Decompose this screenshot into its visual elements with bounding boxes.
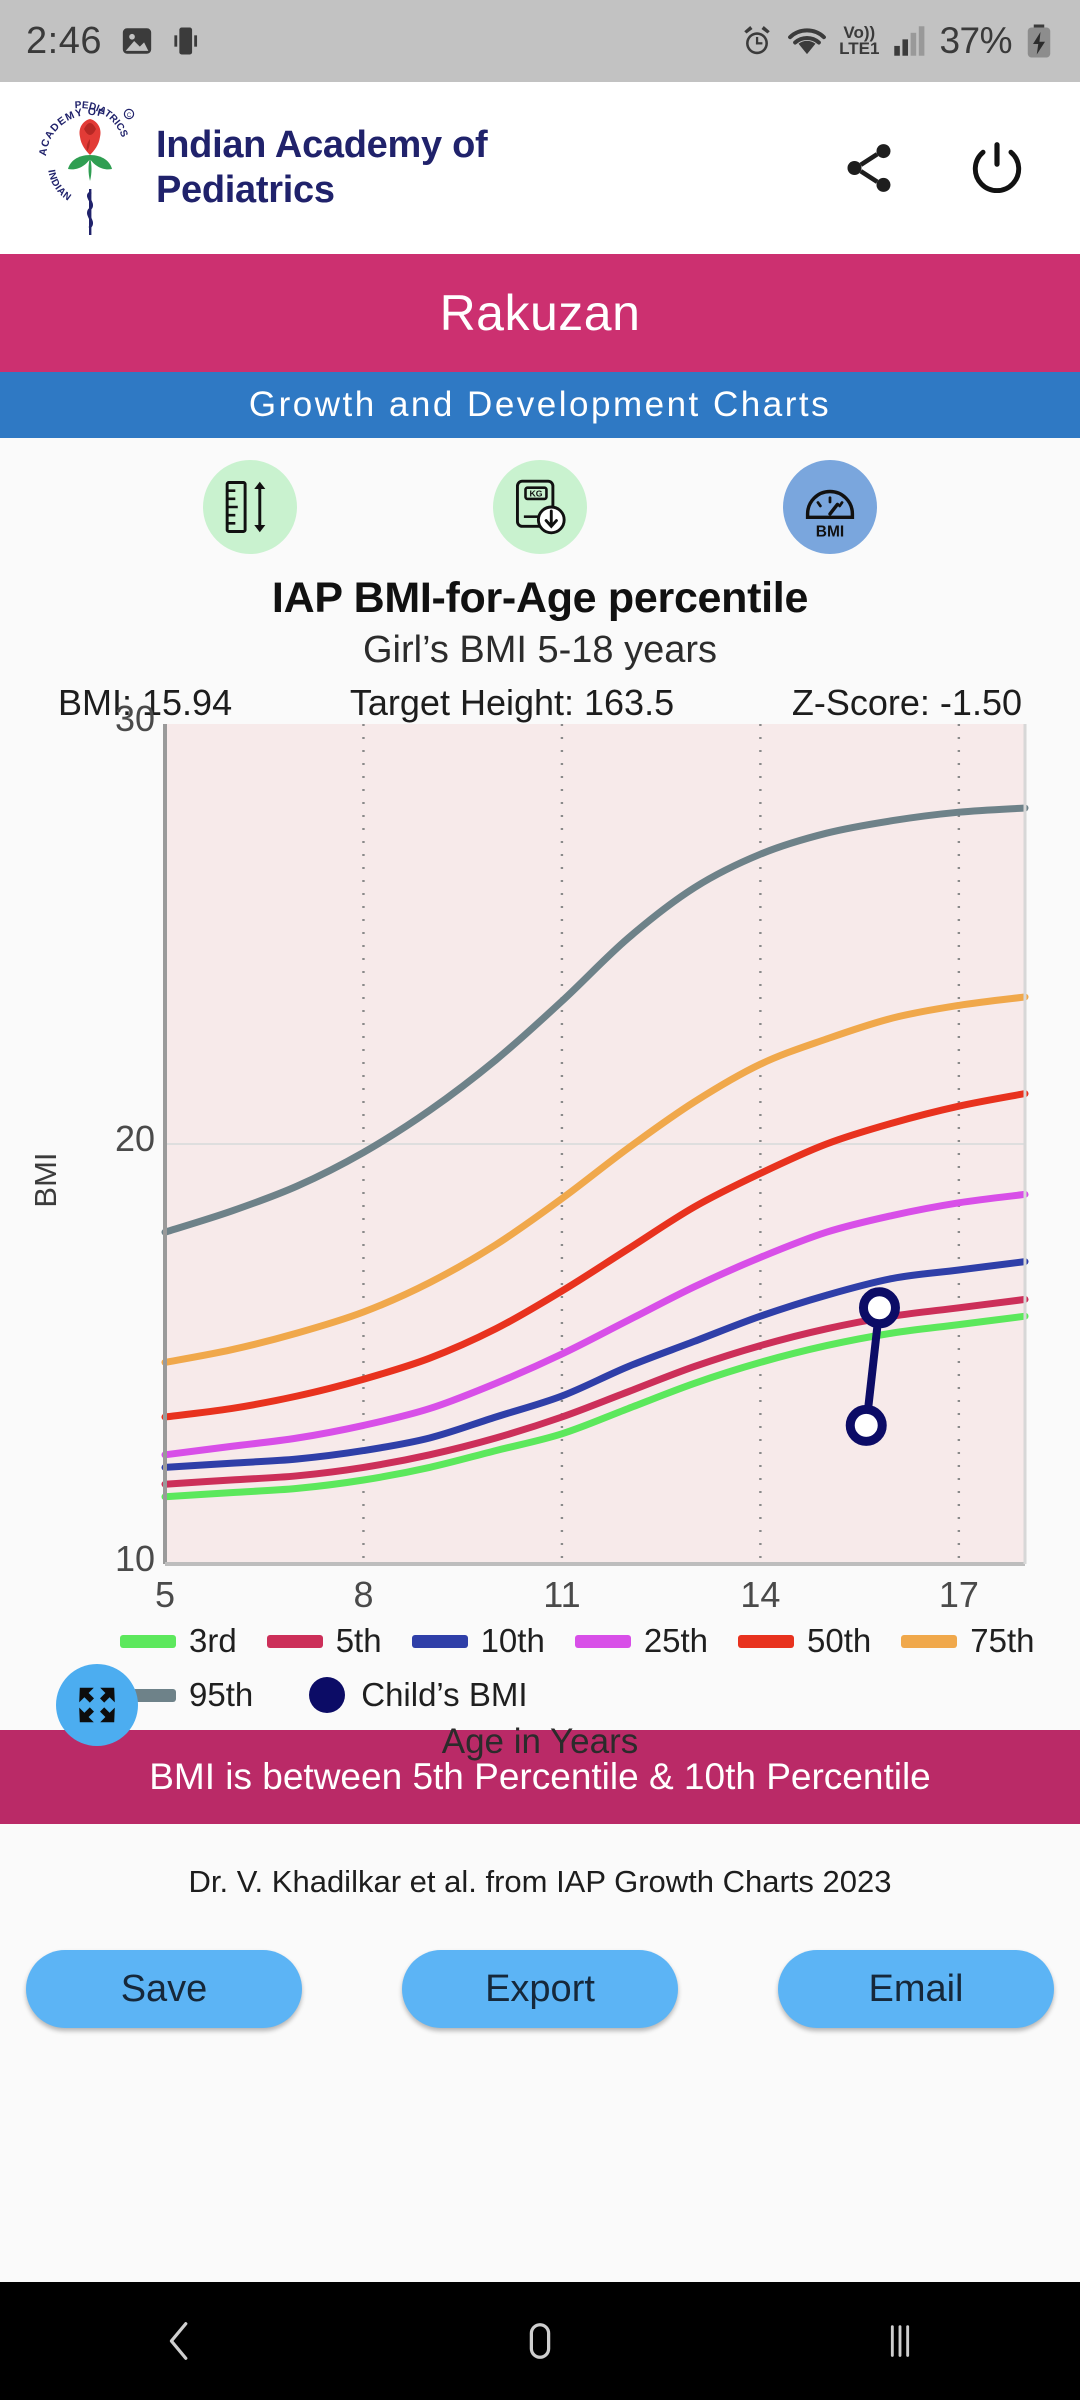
legend-swatch: [901, 1634, 958, 1648]
svg-text:KG: KG: [529, 489, 542, 499]
tab-height[interactable]: [203, 460, 297, 554]
stat-z-score: Z-Score: -1.50: [791, 682, 1022, 723]
battery-percent-label: 37%: [939, 20, 1012, 61]
legend-label: 5th: [335, 1622, 382, 1659]
status-bar: 2:46 Vo)) LTE1 37%: [0, 0, 1080, 82]
status-bar-clock: 2:46: [26, 19, 102, 62]
share-button[interactable]: [838, 137, 900, 199]
weight-scale-kg-icon: KG: [515, 479, 566, 535]
legend-item-95th: 95th: [120, 1676, 253, 1714]
patient-name-band: Rakuzan: [0, 254, 1080, 372]
legend-item-5th: 5th: [266, 1622, 382, 1660]
legend-row-1: 3rd 5th 10th 25th 50th 75th: [0, 1622, 1080, 1660]
height-ruler-icon: [225, 481, 266, 533]
svg-text:C: C: [127, 113, 132, 119]
growth-chart-plot: 10 20 30 5 8 11 14 17: [0, 698, 1080, 1615]
chart-title: IAP BMI-for-Age percentile: [271, 574, 809, 622]
tab-bmi[interactable]: BMI: [783, 460, 877, 554]
chart-canvas: [161, 724, 1029, 1566]
power-button[interactable]: [966, 137, 1028, 199]
brand-line-1: Indian Academy of: [156, 124, 488, 167]
legend-label: 75th: [970, 1622, 1035, 1659]
app-screen: 2:46 Vo)) LTE1 37% ACADEMY OF INDIAN PED…: [0, 0, 1080, 2400]
section-title: Growth and Development Charts: [248, 385, 832, 424]
phone-vibrate-icon: [174, 27, 198, 55]
power-icon: [972, 142, 1022, 194]
legend-row-2: 95th Child’s BMI: [0, 1676, 1080, 1714]
volte-icon: Vo)) LTE1: [839, 25, 880, 58]
status-bar-notification-icons: [120, 24, 202, 58]
home-circle-icon: [529, 2323, 551, 2359]
export-button[interactable]: Export: [402, 1950, 678, 2028]
nav-back-button[interactable]: [120, 2282, 240, 2400]
battery-charging-icon: [1027, 24, 1051, 58]
y-axis-tick: 30: [114, 698, 155, 739]
x-axis-tick: 17: [938, 1574, 979, 1615]
image-icon: [122, 28, 152, 54]
action-button-row: Save Export Email: [0, 1900, 1080, 2028]
save-button[interactable]: Save: [26, 1950, 302, 2028]
brand-title: Indian Academy of Pediatrics: [156, 123, 488, 213]
tab-weight[interactable]: KG: [493, 460, 587, 554]
patient-name: Rakuzan: [439, 285, 641, 341]
legend-item-50th: 50th: [738, 1622, 871, 1660]
child-bmi-point: [845, 1404, 887, 1446]
fullscreen-button[interactable]: [56, 1664, 138, 1746]
legend-swatch: [266, 1634, 323, 1648]
legend-swatch: [411, 1634, 468, 1648]
svg-text:BMI: BMI: [816, 523, 844, 540]
alarm-icon: [744, 26, 770, 55]
share-icon: [847, 144, 891, 192]
email-button[interactable]: Email: [778, 1950, 1054, 2028]
legend-label: 95th: [189, 1676, 254, 1713]
y-axis-label: BMI: [28, 1152, 63, 1208]
legend-item-10th: 10th: [411, 1622, 545, 1660]
signal-icon: [894, 26, 925, 56]
credit-text: Dr. V. Khadilkar et al. from IAP Growth …: [188, 1864, 892, 1899]
legend-swatch: [574, 1634, 631, 1648]
nav-home-button[interactable]: [480, 2282, 600, 2400]
legend-label: 50th: [807, 1622, 872, 1659]
legend-item-childs-bmi: Child’s BMI: [309, 1676, 528, 1714]
recents-icon: [890, 2325, 910, 2357]
x-axis-tick: 11: [543, 1574, 581, 1615]
legend-swatch: [120, 1634, 176, 1648]
section-title-band: Growth and Development Charts: [0, 372, 1080, 438]
chart-subtitle: Girl’s BMI 5-18 years: [362, 629, 718, 671]
chart-stats-row: BMI: 15.94 Target Height: 163.5 Z-Score:…: [0, 672, 1080, 724]
svg-text:PEDIATRICS: PEDIATRICS: [72, 93, 130, 150]
legend-item-25th: 25th: [574, 1622, 709, 1660]
brand-line-2: Pediatrics: [156, 169, 335, 211]
legend-label: 10th: [480, 1622, 545, 1659]
result-banner-text: BMI is between 5th Percentile & 10th Per…: [149, 1756, 931, 1797]
x-axis-tick: 8: [353, 1574, 374, 1615]
iap-rose-logo: ACADEMY OF INDIAN PEDIATRICS C: [34, 87, 146, 243]
legend-item-3rd: 3rd: [120, 1622, 237, 1660]
stat-target-height: Target Height: 163.5: [349, 682, 675, 723]
back-chevron-icon: [169, 2322, 188, 2360]
nav-recents-button[interactable]: [840, 2282, 960, 2400]
app-header: ACADEMY OF INDIAN PEDIATRICS C Indian Ac…: [0, 82, 1080, 254]
chart-type-tabs: KG BMI: [0, 438, 1080, 560]
svg-text:INDIAN: INDIAN: [45, 169, 73, 204]
y-axis-tick: 20: [114, 1118, 155, 1159]
android-nav-bar: [0, 2282, 1080, 2400]
volte-bottom-label: LTE1: [839, 39, 880, 58]
status-bar-system-icons: Vo)) LTE1 37%: [739, 20, 1054, 62]
x-axis-tick: 5: [154, 1574, 176, 1615]
legend-item-75th: 75th: [901, 1622, 1035, 1660]
legend-swatch: [738, 1634, 795, 1648]
fullscreen-expand-icon: [79, 1687, 115, 1723]
legend-label: 25th: [643, 1622, 709, 1659]
wifi-icon: [788, 28, 827, 55]
legend-dot-swatch: [309, 1677, 346, 1713]
legend-label: Child’s BMI: [361, 1676, 528, 1713]
child-bmi-point: [858, 1287, 900, 1329]
legend-label: 3rd: [189, 1622, 237, 1659]
header-actions: [838, 137, 1046, 199]
bmi-gauge-icon: BMI: [805, 489, 855, 540]
chart-legend: 3rd 5th 10th 25th 50th 75th 95th Child’s…: [0, 1604, 1080, 1714]
x-axis-label: Age in Years: [441, 1722, 639, 1761]
x-axis-tick: 14: [740, 1574, 781, 1615]
